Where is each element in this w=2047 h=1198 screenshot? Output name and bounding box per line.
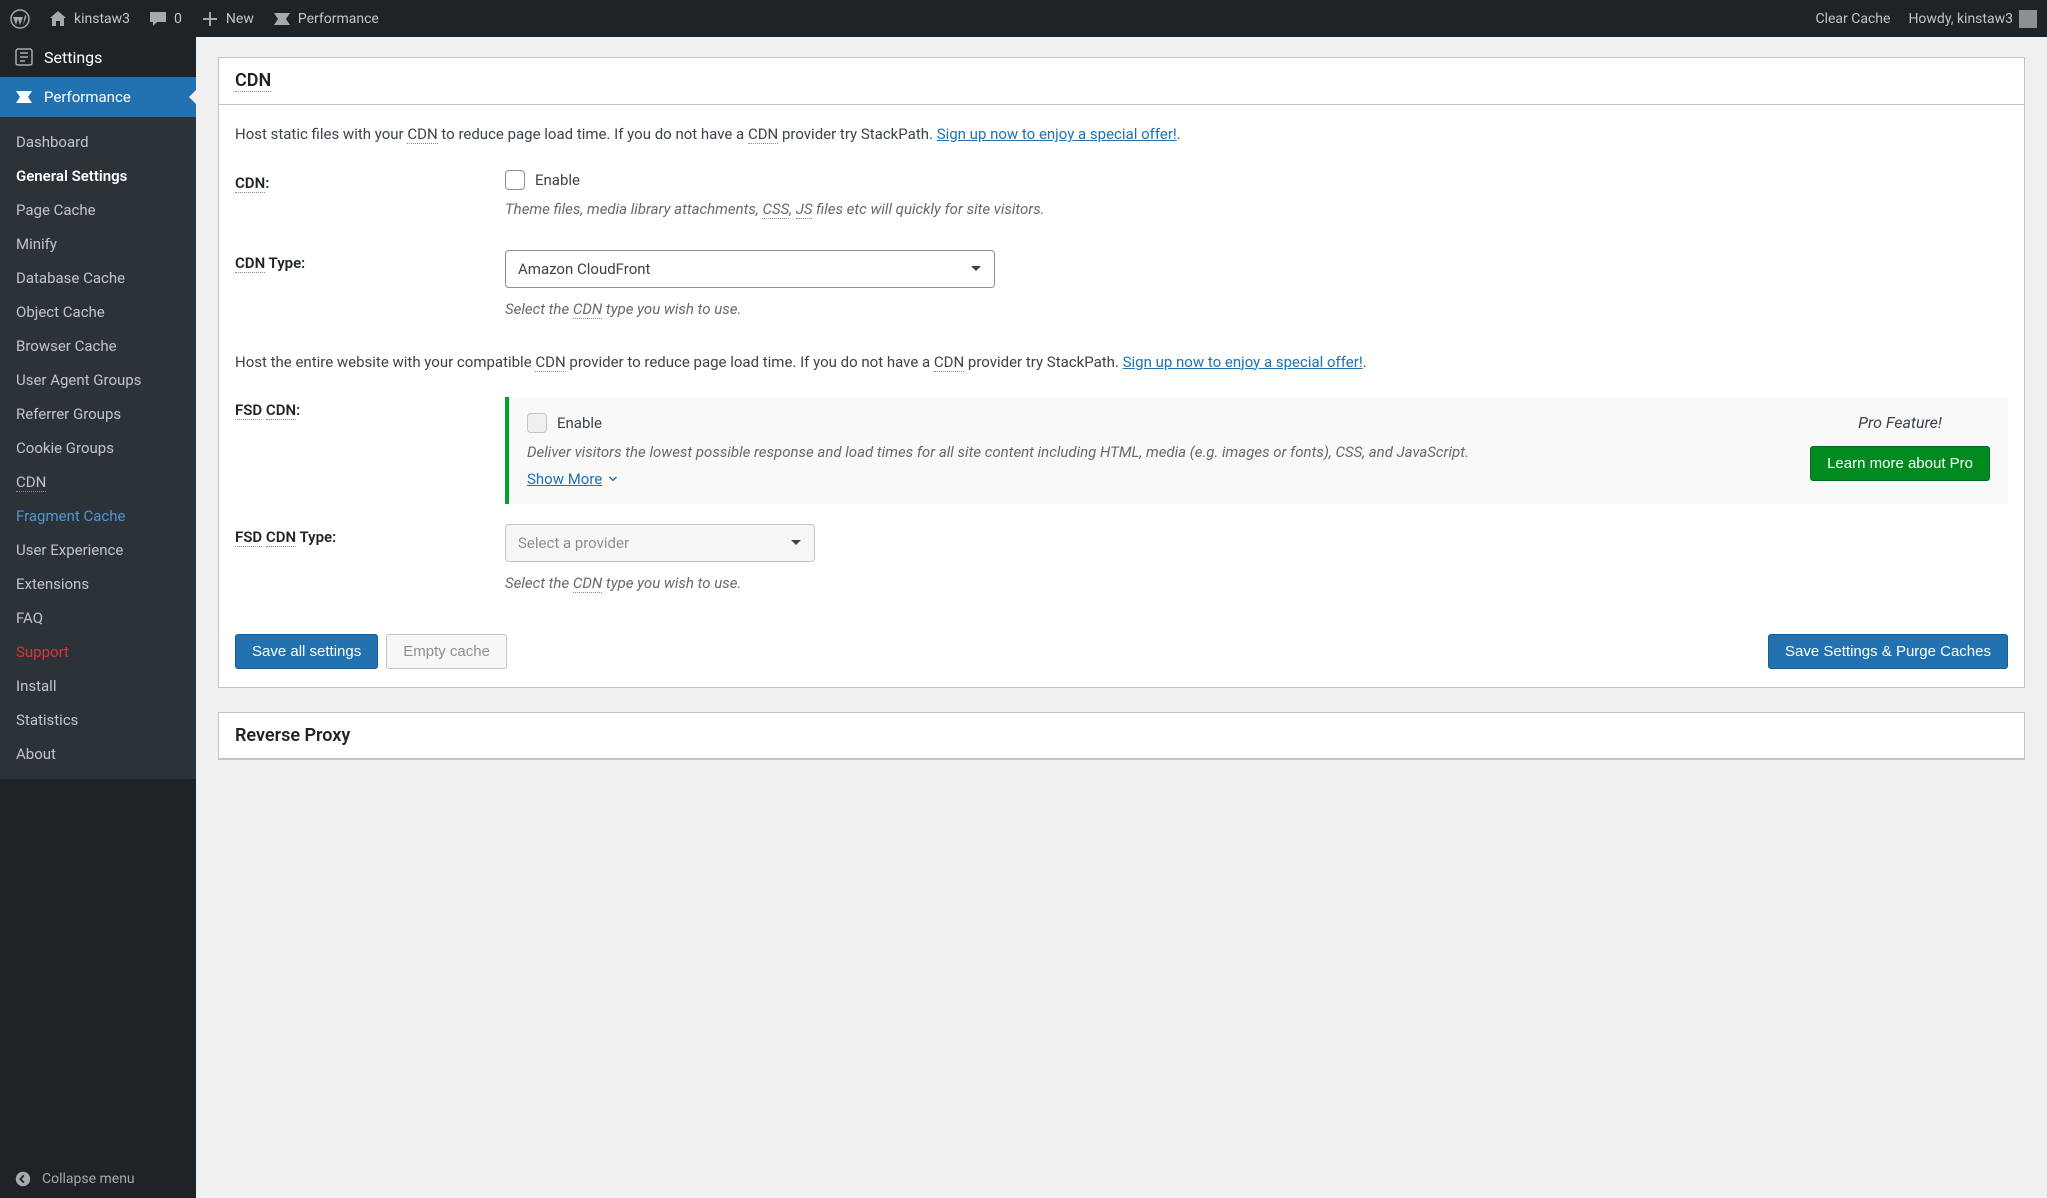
cdn-enable-text: Enable: [535, 171, 580, 189]
avatar: [2019, 10, 2037, 28]
submenu-database-cache[interactable]: Database Cache: [0, 261, 196, 295]
cdn-type-select[interactable]: Amazon CloudFront: [505, 250, 995, 288]
save-purge-button[interactable]: Save Settings & Purge Caches: [1768, 634, 2008, 669]
settings-icon: [14, 47, 34, 67]
signup-link-1[interactable]: Sign up now to enjoy a special offer!: [937, 125, 1177, 143]
cdn-enable-checkbox[interactable]: [505, 170, 525, 190]
admin-toolbar: kinstaw3 0 New Performance Clear Cache H…: [0, 0, 2047, 37]
collapse-menu[interactable]: Collapse menu: [0, 1160, 196, 1198]
submenu-browser-cache[interactable]: Browser Cache: [0, 329, 196, 363]
admin-sidebar: Settings Performance Dashboard General S…: [0, 37, 196, 1198]
submenu-general-settings[interactable]: General Settings: [0, 159, 196, 193]
submenu-extensions[interactable]: Extensions: [0, 567, 196, 601]
sidebar-performance[interactable]: Performance: [0, 77, 196, 117]
show-more-link[interactable]: Show More: [527, 470, 620, 488]
pro-feature-label: Pro Feature!: [1810, 413, 1990, 432]
site-name-link[interactable]: kinstaw3: [48, 9, 130, 29]
submenu-faq[interactable]: FAQ: [0, 601, 196, 635]
fsd-enable-checkbox: [527, 413, 547, 433]
wp-logo[interactable]: [10, 9, 30, 29]
cdn-title: CDN: [235, 70, 271, 92]
fsd-enable-text: Enable: [557, 414, 602, 432]
cdn-enable-help: Theme files, media library attachments, …: [505, 198, 2008, 221]
howdy-link[interactable]: Howdy, kinstaw3: [1908, 10, 2037, 28]
fsd-type-help: Select the CDN type you wish to use.: [505, 572, 2008, 595]
cdn-type-help: Select the CDN type you wish to use.: [505, 298, 2008, 321]
performance-link[interactable]: Performance: [272, 9, 379, 29]
new-link[interactable]: New: [200, 9, 254, 29]
submenu-referrer-groups[interactable]: Referrer Groups: [0, 397, 196, 431]
cdn-type-label: CDN Type:: [235, 250, 505, 272]
cdn-panel: CDN Host static files with your CDN to r…: [218, 57, 2025, 688]
fsd-intro: Host the entire website with your compat…: [235, 351, 2008, 374]
comment-icon: [148, 9, 168, 29]
cdn-enable-label: CDN:: [235, 170, 505, 192]
performance-menu-icon: [14, 87, 34, 107]
submenu-user-experience[interactable]: User Experience: [0, 533, 196, 567]
chevron-down-icon: [606, 472, 620, 486]
learn-pro-button[interactable]: Learn more about Pro: [1810, 446, 1990, 481]
fsd-help: Deliver visitors the lowest possible res…: [527, 441, 1790, 464]
collapse-icon: [14, 1170, 32, 1188]
comments-link[interactable]: 0: [148, 9, 182, 29]
fsd-type-select: Select a provider: [505, 524, 815, 562]
submenu-minify[interactable]: Minify: [0, 227, 196, 261]
new-label: New: [226, 11, 254, 27]
cdn-intro: Host static files with your CDN to reduc…: [235, 123, 2008, 146]
pro-feature-box: Enable Deliver visitors the lowest possi…: [505, 397, 2008, 504]
reverse-proxy-title: Reverse Proxy: [235, 725, 350, 746]
submenu-object-cache[interactable]: Object Cache: [0, 295, 196, 329]
submenu-cookie-groups[interactable]: Cookie Groups: [0, 431, 196, 465]
wordpress-icon: [10, 9, 30, 29]
submenu-statistics[interactable]: Statistics: [0, 703, 196, 737]
submenu-install[interactable]: Install: [0, 669, 196, 703]
plus-icon: [200, 9, 220, 29]
submenu-support[interactable]: Support: [0, 635, 196, 669]
performance-icon: [272, 9, 292, 29]
submenu-page-cache[interactable]: Page Cache: [0, 193, 196, 227]
submenu-fragment-cache[interactable]: Fragment Cache: [0, 499, 196, 533]
save-all-button[interactable]: Save all settings: [235, 634, 378, 669]
submenu-cdn[interactable]: CDN: [0, 465, 196, 499]
fsd-type-label: FSD CDN Type:: [235, 524, 505, 546]
signup-link-2[interactable]: Sign up now to enjoy a special offer!: [1123, 353, 1363, 371]
comments-count: 0: [174, 11, 182, 27]
submenu-user-agent-groups[interactable]: User Agent Groups: [0, 363, 196, 397]
reverse-proxy-header: Reverse Proxy: [219, 713, 2024, 759]
sidebar-settings[interactable]: Settings: [0, 37, 196, 77]
submenu-dashboard[interactable]: Dashboard: [0, 125, 196, 159]
home-icon: [48, 9, 68, 29]
reverse-proxy-panel: Reverse Proxy: [218, 712, 2025, 760]
performance-label: Performance: [298, 11, 379, 27]
clear-cache-link[interactable]: Clear Cache: [1815, 11, 1890, 27]
submenu-about[interactable]: About: [0, 737, 196, 771]
fsd-cdn-label: FSD CDN:: [235, 397, 505, 419]
empty-cache-button[interactable]: Empty cache: [386, 634, 507, 669]
cdn-panel-header: CDN: [219, 58, 2024, 105]
site-name: kinstaw3: [74, 11, 130, 27]
